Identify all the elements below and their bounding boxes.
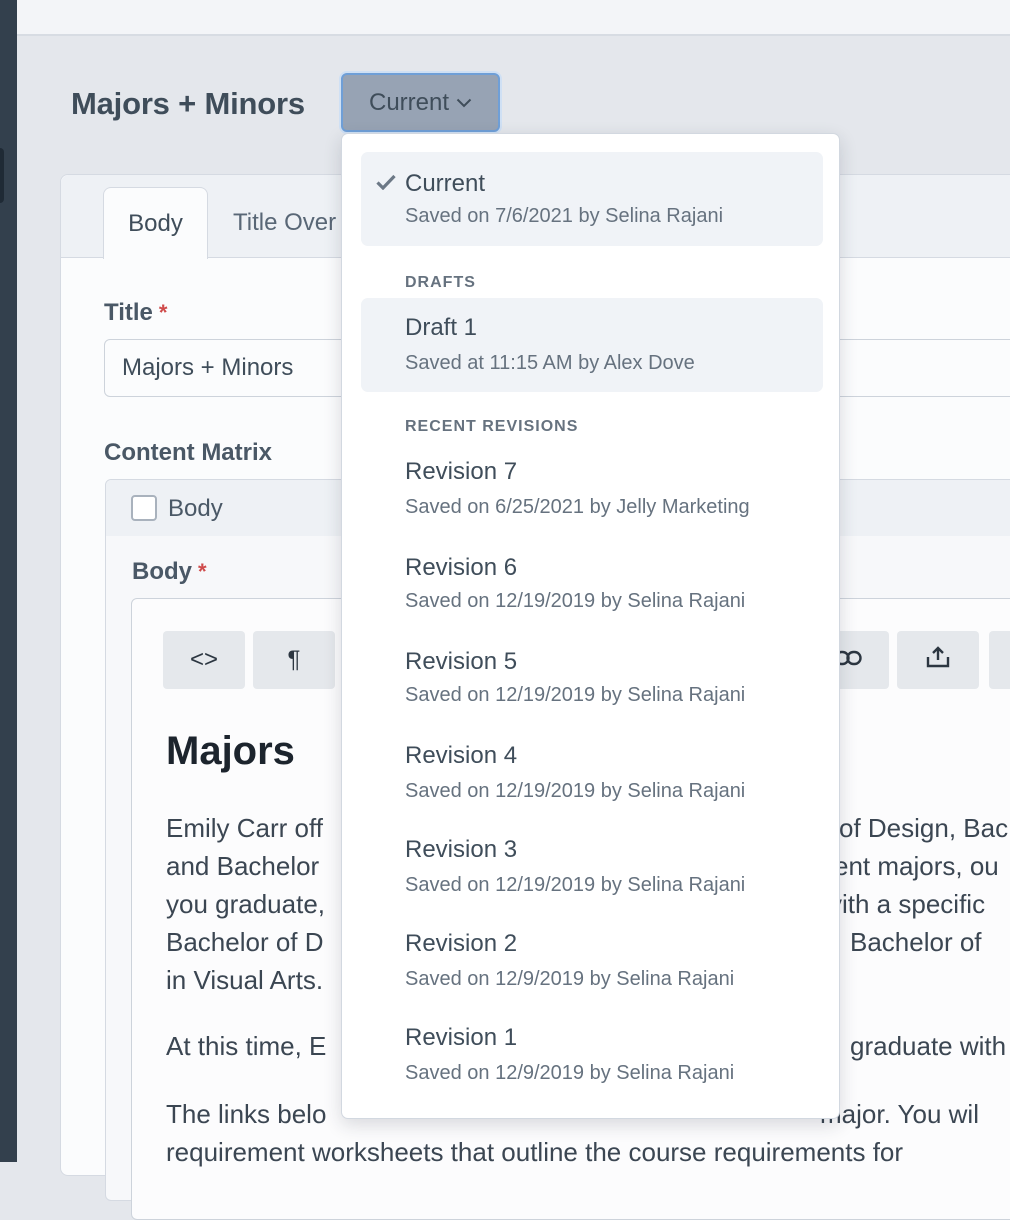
editor-text-line-right: of Design, Bac — [839, 813, 1009, 843]
more-toolbar-button[interactable] — [989, 631, 1010, 689]
editor-text-line: At this time, E — [166, 1031, 327, 1061]
menu-item-meta: Saved on 12/19/2019 by Selina Rajani — [405, 874, 746, 896]
editor-text-line: requirement worksheets that outline the … — [166, 1137, 904, 1167]
share-button[interactable] — [897, 631, 979, 689]
menu-item-label: Current — [405, 170, 486, 197]
editor-text-line-right: major. You wil — [820, 1099, 979, 1129]
drafts-section-heading: DRAFTS — [405, 274, 476, 291]
body-field-label: Body * — [132, 558, 207, 586]
menu-item-meta: Saved on 12/19/2019 by Selina Rajani — [405, 780, 746, 802]
editor-text-line: you graduate, — [166, 889, 326, 919]
matrix-block-title: Body — [168, 495, 223, 522]
chevron-down-icon — [456, 98, 472, 108]
menu-item-label: Revision 7 — [405, 458, 518, 485]
content-matrix-label: Content Matrix — [104, 439, 272, 466]
revision-button-label: Current — [368, 88, 450, 116]
body-label-text: Body — [132, 558, 192, 585]
menu-item-meta: Saved on 12/9/2019 by Selina Rajani — [405, 1062, 735, 1084]
menu-item-revision-1[interactable]: Revision 1 Saved on 12/9/2019 by Selina … — [361, 1010, 823, 1100]
menu-item-revision-6[interactable]: Revision 6 Saved on 12/19/2019 by Selina… — [361, 540, 823, 630]
required-indicator: * — [158, 300, 168, 325]
editor-text-line: and Bachelor — [166, 851, 320, 881]
menu-item-label: Revision 6 — [405, 554, 518, 581]
top-header-bar — [17, 0, 1010, 36]
menu-item-meta: Saved at 11:15 AM by Alex Dove — [405, 352, 695, 374]
html-source-button[interactable]: <> — [163, 631, 245, 689]
tab-title-overrides[interactable]: Title Over — [233, 187, 336, 259]
editor-text-line: Emily Carr off — [166, 813, 323, 843]
menu-item-revision-5[interactable]: Revision 5 Saved on 12/19/2019 by Selina… — [361, 634, 823, 724]
left-sidebar — [0, 0, 17, 1162]
editor-text-line-right: Bachelor of — [850, 927, 982, 957]
title-field-label: Title * — [104, 299, 167, 327]
paragraph-icon: ¶ — [287, 646, 301, 673]
editor-text-line: Bachelor of D — [166, 927, 324, 957]
editor-text-line-right: vith a specific — [829, 889, 986, 919]
menu-item-label: Revision 1 — [405, 1024, 518, 1051]
menu-item-revision-3[interactable]: Revision 3 Saved on 12/19/2019 by Selina… — [361, 822, 823, 912]
editor-text-line: The links belo — [166, 1099, 327, 1129]
menu-item-meta: Saved on 7/6/2021 by Selina Rajani — [405, 205, 724, 227]
title-input-value: Majors + Minors — [122, 354, 294, 381]
recent-revisions-section-heading: RECENT REVISIONS — [405, 418, 579, 435]
sidebar-active-indicator — [0, 148, 4, 203]
menu-item-meta: Saved on 12/19/2019 by Selina Rajani — [405, 590, 746, 612]
menu-item-revision-2[interactable]: Revision 2 Saved on 12/9/2019 by Selina … — [361, 916, 823, 1006]
menu-item-meta: Saved on 6/25/2021 by Jelly Marketing — [405, 496, 750, 518]
editor-text-line-right: graduate with — [850, 1031, 1007, 1061]
menu-item-label: Revision 4 — [405, 742, 518, 769]
menu-item-revision-7[interactable]: Revision 7 Saved on 6/25/2021 by Jelly M… — [361, 444, 823, 534]
paragraph-format-button[interactable]: ¶ — [253, 631, 335, 689]
editor-text-line-right: ent majors, ou — [834, 851, 999, 881]
title-label-text: Title — [104, 299, 153, 326]
editor-text-line: in Visual Arts. — [166, 965, 324, 995]
page-title: Majors + Minors — [71, 86, 305, 121]
checkmark-icon — [376, 174, 396, 195]
menu-item-label: Revision 2 — [405, 930, 518, 957]
menu-item-meta: Saved on 12/9/2019 by Selina Rajani — [405, 968, 735, 990]
menu-item-label: Revision 3 — [405, 836, 518, 863]
tab-body[interactable]: Body — [103, 187, 208, 259]
matrix-block-select-checkbox[interactable] — [131, 495, 157, 521]
html-source-icon: <> — [189, 646, 219, 673]
revision-menu-button[interactable]: Current — [341, 73, 500, 132]
editor-heading: Majors — [166, 729, 295, 773]
menu-item-meta: Saved on 12/19/2019 by Selina Rajani — [405, 684, 746, 706]
menu-item-current[interactable]: Current Saved on 7/6/2021 by Selina Raja… — [361, 152, 823, 246]
required-indicator: * — [198, 559, 207, 584]
menu-item-label: Draft 1 — [405, 314, 478, 341]
menu-item-draft-1[interactable]: Draft 1 Saved at 11:15 AM by Alex Dove — [361, 298, 823, 392]
menu-item-revision-4[interactable]: Revision 4 Saved on 12/19/2019 by Selina… — [361, 728, 823, 818]
menu-item-label: Revision 5 — [405, 648, 518, 675]
revision-dropdown-menu: Current Saved on 7/6/2021 by Selina Raja… — [341, 133, 840, 1119]
share-icon — [925, 645, 951, 676]
